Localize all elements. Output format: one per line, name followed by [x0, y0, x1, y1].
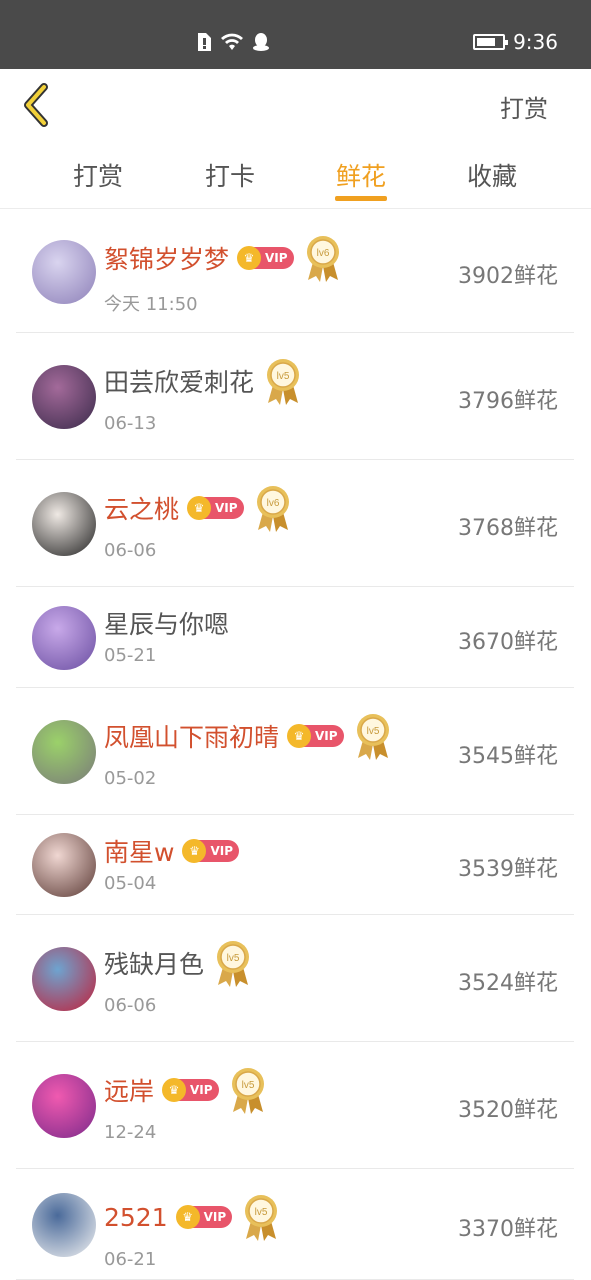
avatar[interactable]: [32, 365, 96, 429]
avatar[interactable]: [32, 720, 96, 784]
list-item[interactable]: 2521 ♛ VIP lv5 06-21 3370鲜花: [16, 1169, 574, 1280]
flower-count: 3539鲜花: [458, 857, 558, 882]
status-icons: [196, 32, 270, 52]
timestamp: 06-13: [104, 413, 157, 434]
avatar[interactable]: [32, 606, 96, 670]
vip-badge: ♛ VIP: [182, 839, 239, 863]
name-line: 远岸 ♛ VIP lv5: [104, 1066, 267, 1114]
vip-badge: ♛ VIP: [175, 1205, 233, 1229]
vip-badge: ♛ VIP: [287, 724, 344, 748]
flower-count: 3370鲜花: [458, 1217, 558, 1242]
avatar[interactable]: [32, 1074, 96, 1138]
qq-icon: [253, 33, 269, 51]
crown-icon: ♛: [287, 724, 312, 748]
timestamp: 06-06: [104, 540, 157, 561]
tab-bar: 打赏 打卡 鲜花 收藏: [0, 157, 591, 209]
svg-text:lv5: lv5: [366, 726, 379, 737]
battery-icon: [473, 34, 509, 50]
user-name[interactable]: 絮锦岁岁梦: [104, 240, 229, 276]
level-medal-icon: lv5: [242, 1193, 280, 1241]
user-name[interactable]: 星辰与你嗯: [104, 605, 229, 641]
vip-badge: ♛ VIP: [162, 1078, 219, 1102]
flower-count: 3768鲜花: [458, 516, 558, 541]
timestamp: 12-24: [104, 1122, 157, 1143]
level-medal-icon: lv5: [214, 939, 252, 987]
list-item[interactable]: 云之桃 ♛ VIP lv6 06-06 3768鲜花: [16, 460, 574, 587]
name-line: 2521 ♛ VIP lv5: [104, 1193, 280, 1241]
crown-icon: ♛: [187, 496, 212, 520]
name-line: 凤凰山下雨初晴 ♛ VIP lv5: [104, 712, 392, 760]
name-line: 云之桃 ♛ VIP lv6: [104, 484, 292, 532]
vip-badge: ♛ VIP: [187, 496, 244, 520]
level-medal-icon: lv5: [264, 357, 302, 405]
reward-action-button[interactable]: 打赏: [500, 89, 548, 124]
back-button[interactable]: [20, 83, 60, 127]
crown-icon: ♛: [182, 839, 207, 863]
list-item[interactable]: 凤凰山下雨初晴 ♛ VIP lv5 05-02 3545鲜花: [16, 688, 574, 815]
flower-count: 3520鲜花: [458, 1098, 558, 1123]
crown-icon: ♛: [162, 1078, 187, 1102]
timestamp: 今天 11:50: [104, 294, 198, 315]
avatar[interactable]: [32, 1193, 96, 1257]
user-name[interactable]: 远岸: [104, 1072, 154, 1108]
avatar[interactable]: [32, 833, 96, 897]
flower-count: 3545鲜花: [458, 744, 558, 769]
avatar[interactable]: [32, 492, 96, 556]
user-name[interactable]: 2521: [104, 1203, 168, 1232]
svg-text:lv5: lv5: [241, 1080, 254, 1091]
tab-favorites[interactable]: 收藏: [452, 157, 532, 193]
flower-count: 3902鲜花: [458, 264, 558, 289]
level-medal-icon: lv5: [354, 712, 392, 760]
timestamp: 05-02: [104, 768, 157, 789]
tab-flowers[interactable]: 鲜花: [321, 157, 401, 193]
user-name[interactable]: 南星w: [104, 833, 174, 869]
top-bar: 打赏 打赏 打卡 鲜花 收藏: [0, 69, 591, 209]
name-line: 星辰与你嗯: [104, 605, 229, 641]
timestamp: 06-06: [104, 995, 157, 1016]
user-name[interactable]: 残缺月色: [104, 945, 204, 981]
vip-badge: ♛ VIP: [237, 246, 294, 270]
level-medal-icon: lv5: [229, 1066, 267, 1114]
list-item[interactable]: 田芸欣爱刺花 lv5 06-13 3796鲜花: [16, 333, 574, 460]
tab-reward[interactable]: 打赏: [58, 157, 138, 193]
timestamp: 05-21: [104, 645, 157, 666]
name-line: 残缺月色 lv5: [104, 939, 252, 987]
svg-text:lv5: lv5: [255, 1207, 268, 1218]
user-name[interactable]: 凤凰山下雨初晴: [104, 718, 279, 754]
avatar[interactable]: [32, 240, 96, 304]
crown-icon: ♛: [237, 246, 262, 270]
tab-checkin[interactable]: 打卡: [190, 157, 270, 193]
status-bar: 9:36: [0, 0, 591, 69]
crown-icon: ♛: [175, 1205, 200, 1229]
timestamp: 05-04: [104, 873, 157, 894]
svg-text:lv5: lv5: [227, 953, 240, 964]
flower-count: 3796鲜花: [458, 389, 558, 414]
list-item[interactable]: 星辰与你嗯 05-21 3670鲜花: [16, 587, 574, 688]
wifi-icon: [221, 33, 243, 50]
name-line: 南星w ♛ VIP: [104, 833, 239, 869]
active-tab-indicator: [335, 196, 387, 201]
svg-text:lv6: lv6: [316, 248, 329, 259]
list-item[interactable]: 远岸 ♛ VIP lv5 12-24 3520鲜花: [16, 1042, 574, 1169]
svg-text:lv5: lv5: [277, 371, 290, 382]
chevron-left-icon: [24, 83, 48, 127]
timestamp: 06-21: [104, 1249, 157, 1270]
level-medal-icon: lv6: [254, 484, 292, 532]
avatar[interactable]: [32, 947, 96, 1011]
name-line: 絮锦岁岁梦 ♛ VIP lv6: [104, 234, 342, 282]
status-right: 9:36: [473, 30, 558, 54]
flower-count: 3670鲜花: [458, 630, 558, 655]
flower-count: 3524鲜花: [458, 971, 558, 996]
name-line: 田芸欣爱刺花 lv5: [104, 357, 302, 405]
clock: 9:36: [513, 30, 558, 54]
list-item[interactable]: 絮锦岁岁梦 ♛ VIP lv6 今天 11:50 3902鲜花: [16, 210, 574, 333]
sim-alert-icon: [198, 33, 211, 51]
user-name[interactable]: 田芸欣爱刺花: [104, 363, 254, 399]
list-item[interactable]: 残缺月色 lv5 06-06 3524鲜花: [16, 915, 574, 1042]
user-name[interactable]: 云之桃: [104, 490, 179, 526]
level-medal-icon: lv6: [304, 234, 342, 282]
svg-text:lv6: lv6: [266, 498, 279, 509]
list-item[interactable]: 南星w ♛ VIP 05-04 3539鲜花: [16, 815, 574, 915]
